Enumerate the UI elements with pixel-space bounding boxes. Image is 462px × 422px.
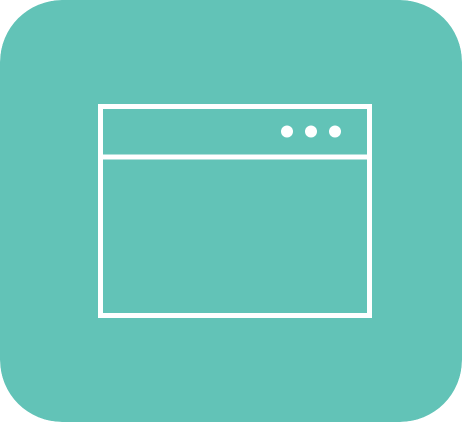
window-control-dots [281,125,341,138]
app-icon-tile[interactable] [0,0,462,422]
icon-background [0,0,462,422]
browser-window-icon [0,0,462,422]
window-control-dot [281,125,293,138]
window-control-dot [329,125,341,138]
window-control-dot [305,125,317,138]
